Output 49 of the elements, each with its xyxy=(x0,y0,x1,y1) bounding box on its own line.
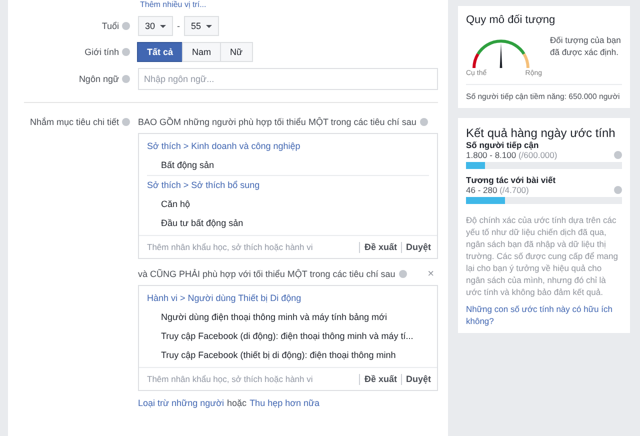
metric-label: Tương tác với bài viết xyxy=(466,175,557,185)
targeting-item[interactable]: Đầu tư bất động sản xyxy=(147,214,429,233)
or-text: hoặc xyxy=(227,398,247,408)
category-path: Sở thích > Sở thích bổ sung xyxy=(147,179,261,192)
exclude-link[interactable]: Loại trừ những người xyxy=(138,398,224,408)
browse-button[interactable]: Duyệt xyxy=(406,374,431,384)
narrow-link[interactable]: Thu hẹp hơn nữa xyxy=(250,398,320,408)
info-icon xyxy=(614,186,622,194)
targeting-item[interactable]: Căn hộ xyxy=(147,195,429,214)
targeting-item[interactable]: Người dùng điện thoại thông minh và máy tính bảng mới xyxy=(147,308,429,327)
info-icon xyxy=(122,22,130,30)
targeting-item[interactable]: Bất động sản xyxy=(147,156,429,175)
gender-label: Giới tính xyxy=(84,47,119,57)
info-icon xyxy=(122,118,130,126)
suggest-button[interactable]: Đề xuất xyxy=(364,242,397,252)
card-title: Quy mô đối tượng xyxy=(466,14,556,26)
targeting-item[interactable]: Truy cập Facebook (di động): điện thoại thông minh và máy tí... xyxy=(147,327,429,346)
disclaimer-text: Độ chính xác của ước tính dựa trên các yếu tố như dữ liệu chiến dịch đã qua, ngân sách bạn đã nhập và dữ liệu thị trường. Các số được cung cấp để mang lại cho bạn ý tưởng về hiệu quả cho ngân sách của mình, nhưng đó chỉ là ước tính và không bảo đảm kết quả. xyxy=(466,214,619,298)
age-to-dropdown[interactable]: 55 xyxy=(184,16,220,36)
detailed-targeting-label: Nhắm mục tiêu chi tiết xyxy=(30,117,119,127)
targeting-item[interactable]: Truy cập Facebook (thiết bị di động): điện thoại thông minh xyxy=(147,346,429,365)
age-from-dropdown[interactable]: 30 xyxy=(138,16,174,36)
caret-icon xyxy=(160,24,166,28)
language-label: Ngôn ngữ xyxy=(78,74,119,84)
caret-icon xyxy=(206,24,212,28)
info-icon xyxy=(420,118,428,126)
info-icon xyxy=(399,270,408,278)
age-label: Tuổi xyxy=(102,21,119,31)
info-icon xyxy=(122,48,130,56)
suggest-button[interactable]: Đề xuất xyxy=(364,374,397,384)
more-locations-link[interactable]: Thêm nhiều vị trí... xyxy=(140,0,206,10)
gender-option[interactable]: Nam xyxy=(182,42,222,62)
gender-option[interactable]: Nữ xyxy=(220,42,253,62)
group-heading: và CŨNG PHẢI phù hợp với tối thiểu MỘT trong các tiêu chí sau xyxy=(138,269,396,279)
info-icon xyxy=(614,151,622,159)
metric-label: Số người tiếp cận xyxy=(466,140,540,150)
category-path: Hành vi > Người dùng Thiết bị Di động xyxy=(147,292,302,305)
audience-description: Đối tượng của bạn đã được xác định. xyxy=(550,34,622,58)
category-path: Sở thích > Kinh doanh và công nghiệp xyxy=(147,140,302,153)
info-icon xyxy=(122,75,130,83)
card-title: Kết quả hàng ngày ước tính xyxy=(466,126,616,140)
browse-button[interactable]: Duyệt xyxy=(406,242,431,252)
language-input[interactable]: Nhập ngôn ngữ... xyxy=(138,68,438,90)
metric-value: 1.800 - 8.100 (/600.000) xyxy=(466,150,558,160)
age-separator: - xyxy=(177,21,180,31)
feedback-link[interactable]: Những con số ước tính này có hữu ích không? xyxy=(466,303,622,327)
group-heading: BAO GỒM những người phù hợp tối thiểu MỘT trong các tiêu chí sau xyxy=(138,117,416,127)
gender-option[interactable]: Tất cả xyxy=(137,42,184,62)
metric-value: 46 - 280 (/4.700) xyxy=(466,185,529,195)
